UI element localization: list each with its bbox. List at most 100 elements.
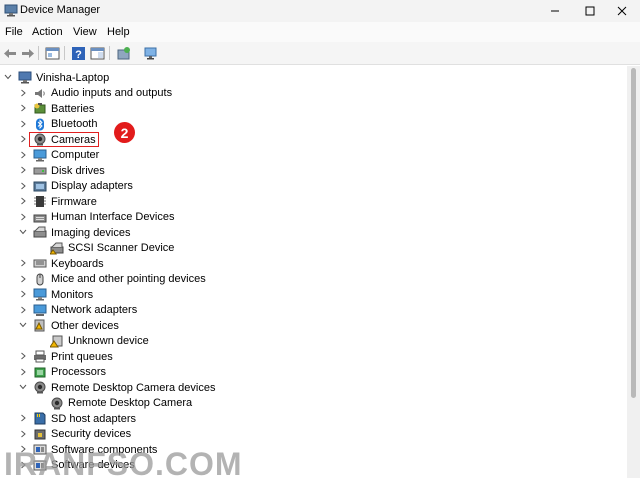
tree-root[interactable]: Vinisha-Laptop <box>4 70 109 85</box>
printer-icon <box>34 350 46 363</box>
tree-item-label: Firmware <box>51 195 97 208</box>
tree-item-label: SD host adapters <box>51 412 136 425</box>
chevron-right-icon[interactable] <box>19 197 27 205</box>
tree-item-label: Processors <box>51 366 107 378</box>
scan-hardware-icon <box>144 47 156 59</box>
tree-child-item[interactable]: Remote Desktop Camera <box>50 396 192 411</box>
chevron-right-icon[interactable] <box>19 135 27 143</box>
chevron-right-icon[interactable] <box>19 182 27 190</box>
tree-category-item[interactable]: Processors <box>21 365 107 380</box>
minimize-icon <box>551 10 559 12</box>
properties-pane-icon <box>45 47 59 59</box>
help-button[interactable]: ? <box>70 45 86 61</box>
svg-text:?: ? <box>75 49 82 61</box>
close-button[interactable] <box>604 0 640 22</box>
menu-bar: File Action View Help <box>0 22 640 42</box>
tree-category-item[interactable]: Audio inputs and outputs <box>21 86 172 101</box>
tree-category-item[interactable]: Bluetooth <box>21 117 97 132</box>
scan-hardware-button[interactable] <box>142 45 158 61</box>
tree-item-label: Network adapters <box>51 304 138 316</box>
processor-icon <box>34 367 46 377</box>
help-icon: ? <box>71 46 85 61</box>
tree-category-item[interactable]: Monitors <box>21 287 93 302</box>
menu-file[interactable]: File <box>5 26 23 38</box>
mouse-icon <box>36 273 44 285</box>
tree-category-item[interactable]: Firmware <box>21 194 97 209</box>
chevron-right-icon[interactable] <box>19 414 27 422</box>
tree-item-label: Mice and other pointing devices <box>51 273 206 285</box>
chevron-right-icon[interactable] <box>19 430 27 438</box>
tree-category-item[interactable]: Other devices <box>19 318 119 333</box>
menu-help[interactable]: Help <box>107 26 130 38</box>
toolbar: ? <box>0 42 640 65</box>
tree-child-item[interactable]: SCSI Scanner Device <box>50 241 174 256</box>
chevron-right-icon[interactable] <box>19 213 27 221</box>
back-button[interactable] <box>2 45 18 61</box>
tree-child-item[interactable]: Unknown device <box>50 334 149 349</box>
tree-category-item[interactable]: Display adapters <box>21 179 133 194</box>
tree-category-item[interactable]: Human Interface Devices <box>21 210 175 225</box>
tree-category-item[interactable]: Remote Desktop Camera devices <box>19 380 215 395</box>
scrollbar-thumb[interactable] <box>631 68 636 398</box>
chip-icon <box>34 196 46 207</box>
warning-device-icon <box>50 335 63 347</box>
step-number-badge: 2 <box>114 122 135 143</box>
chevron-down-icon[interactable] <box>19 383 27 391</box>
tree-item-label: Unknown device <box>68 335 149 347</box>
chevron-right-icon[interactable] <box>19 89 27 97</box>
network-icon <box>33 304 47 316</box>
tree-category-item[interactable]: Disk drives <box>21 163 105 178</box>
chevron-down-icon <box>4 74 12 80</box>
menu-action[interactable]: Action <box>32 26 63 38</box>
computer-icon <box>18 71 32 84</box>
chevron-right-icon[interactable] <box>19 104 27 112</box>
chevron-right-icon[interactable] <box>19 275 27 283</box>
tree-category-item[interactable]: Batteries <box>21 101 95 116</box>
chevron-right-icon[interactable] <box>19 166 27 174</box>
tree-category-item[interactable]: Network adapters <box>21 303 138 318</box>
chevron-right-icon[interactable] <box>19 259 27 267</box>
chevron-right-icon[interactable] <box>19 306 27 314</box>
tree-item-label: Disk drives <box>51 164 105 177</box>
close-icon <box>617 6 627 16</box>
properties-button[interactable] <box>44 45 60 61</box>
toolbar-separator <box>64 46 65 60</box>
keyboard-icon <box>33 259 47 268</box>
toolbar-separator <box>109 46 110 60</box>
chevron-right-icon[interactable] <box>19 368 27 376</box>
chevron-right-icon[interactable] <box>19 151 27 159</box>
tree-item-label: Imaging devices <box>51 226 131 239</box>
update-driver-icon <box>117 46 130 59</box>
tree-category-item[interactable]: Security devices <box>21 427 131 442</box>
window-title: Device Manager <box>20 4 101 16</box>
scanner-icon <box>33 226 47 238</box>
device-tree: Vinisha-Laptop Audio inputs and outputs B… <box>0 66 627 478</box>
tree-category-item[interactable]: Keyboards <box>21 256 104 271</box>
chevron-right-icon[interactable] <box>19 120 27 128</box>
watermark-text: IRANFSO.COM <box>4 446 243 482</box>
tree-category-item[interactable]: Imaging devices <box>19 225 131 240</box>
tree-category-item[interactable]: SD host adapters <box>21 411 136 426</box>
tree-item-label: Computer <box>51 149 100 161</box>
toolbar-separator <box>38 46 39 60</box>
tree-category-item[interactable]: Print queues <box>21 349 113 364</box>
tree-item-label: Display adapters <box>51 180 133 192</box>
tree-item-label: Keyboards <box>51 257 104 270</box>
tree-category-item[interactable]: Computer <box>21 148 100 163</box>
console-pane-button[interactable] <box>89 45 105 61</box>
chevron-right-icon[interactable] <box>19 352 27 360</box>
chevron-down-icon[interactable] <box>19 228 27 236</box>
tree-item-label: SCSI Scanner Device <box>68 242 175 254</box>
tree-item-label: Other devices <box>51 319 119 332</box>
chevron-down-icon[interactable] <box>19 321 27 329</box>
chevron-right-icon[interactable] <box>19 290 27 298</box>
vertical-scrollbar[interactable] <box>627 66 640 478</box>
security-icon <box>34 429 46 439</box>
update-driver-button[interactable] <box>115 45 131 61</box>
forward-button[interactable] <box>19 45 35 61</box>
tree-item-label: Batteries <box>51 102 95 115</box>
tree-category-item[interactable]: Mice and other pointing devices <box>21 272 206 287</box>
menu-view[interactable]: View <box>73 26 97 38</box>
forward-arrow-icon <box>21 48 34 58</box>
title-bar: Device Manager <box>0 0 640 22</box>
